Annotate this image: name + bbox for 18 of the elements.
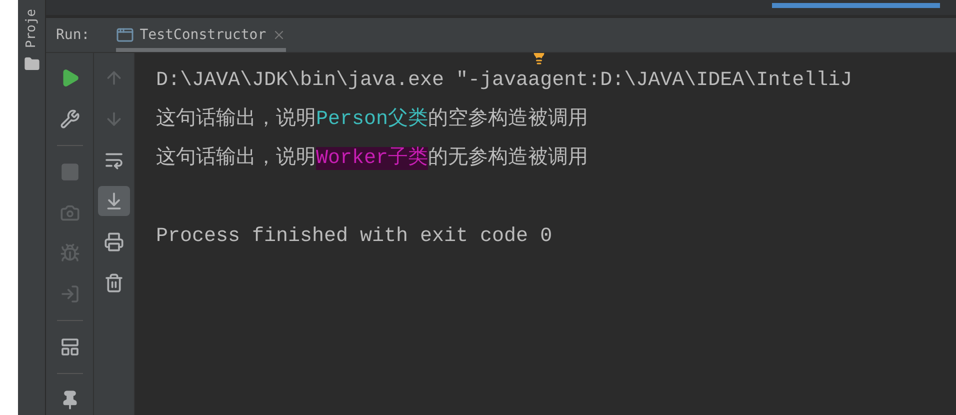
scroll-thumb[interactable]	[772, 3, 940, 8]
run-label: Run:	[56, 27, 90, 43]
console-line: 这句话输出，说明Worker子类的无参构造被调用	[156, 145, 590, 172]
console-line: 这句话输出，说明Person父类的空参构造被调用	[156, 106, 590, 133]
scroll-to-end-button[interactable]	[98, 186, 130, 216]
stop-icon	[60, 162, 80, 182]
project-tab[interactable]: Proje	[24, 0, 40, 50]
trash-icon	[104, 273, 124, 293]
bug-icon	[60, 243, 80, 264]
console-line: D:\JAVA\JDK\bin\java.exe "-javaagent:D:\JAVA\IDEA\IntelliJ	[156, 68, 854, 94]
wrench-icon	[60, 108, 80, 129]
folder-icon	[24, 56, 40, 72]
camera-icon	[60, 202, 80, 223]
console-line: Process finished with exit code 0	[156, 224, 554, 250]
console-icon	[116, 26, 134, 44]
exit-icon	[60, 284, 80, 304]
printer-icon	[104, 232, 124, 252]
layout-icon	[60, 337, 80, 358]
